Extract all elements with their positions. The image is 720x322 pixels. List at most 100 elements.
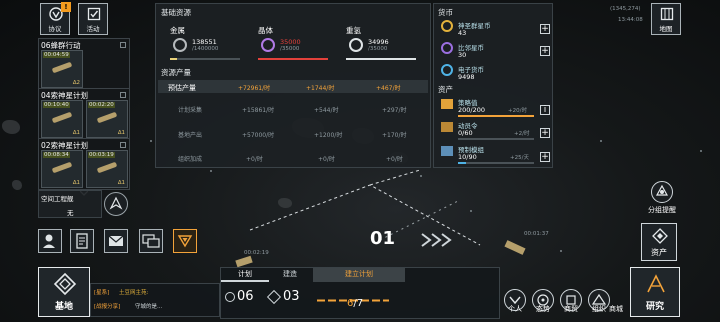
engineer-ship-button[interactable] (104, 192, 128, 216)
table-row: 计划采集 +15861/时 +544/时 +297/时 (158, 102, 428, 114)
crystal-label: 晶体 (258, 26, 273, 35)
row-deuterium: +0/时 (386, 156, 403, 163)
mission-card[interactable]: 06蜂群行动 00:04:59 ∆2 (38, 38, 130, 90)
row-deuterium: +170/时 (382, 132, 407, 139)
table-row: 组织加成 +0/时 +0/时 +0/时 (158, 151, 428, 163)
fleet-reminder-label: 分组提醒 (648, 206, 676, 214)
row-crystal: +544/时 (314, 107, 339, 114)
metal-label: 金属 (170, 26, 185, 35)
add-holy-coin-button[interactable]: + (540, 24, 550, 34)
research-button[interactable]: 研究 (630, 267, 680, 317)
mission-timer: 00:04:59 (43, 52, 70, 58)
build-icon (266, 289, 282, 305)
agreement-button[interactable]: ! 协议 (40, 2, 71, 35)
ship-icon (51, 161, 73, 174)
progress-total: /7 (353, 298, 364, 309)
fleet-marker[interactable]: 01 (370, 228, 395, 249)
tab-build-plan[interactable]: 建立计划 (313, 268, 405, 282)
ship-icon (109, 196, 123, 210)
map-label: 地图 (659, 25, 673, 33)
plan-count: 06 (237, 289, 254, 304)
mission-timer: 00:03:19 (88, 152, 115, 158)
metal-cap: /1400000 (192, 46, 219, 52)
mission-slot[interactable]: 00:10:40 ∆1 (41, 100, 83, 138)
row-deuterium: +467/时 (376, 85, 401, 92)
fleet-reminder-icon (655, 184, 669, 196)
add-proxima-coin-button[interactable]: + (540, 46, 550, 56)
clock: 13:44:08 (618, 17, 643, 23)
tab-plan[interactable]: 计划 (221, 268, 269, 282)
module-rate: +25/天 (510, 155, 529, 161)
assets-button[interactable]: 资产 (641, 223, 677, 261)
user-manage-button[interactable] (38, 229, 62, 253)
mission-slot-sub: ∆1 (117, 180, 125, 186)
row-crystal: +1744/时 (306, 85, 335, 92)
research-label: 研究 (645, 302, 664, 312)
mission-slot[interactable]: 00:02:20 ∆1 (86, 100, 128, 138)
metal-bar (170, 58, 240, 60)
mail-button[interactable] (104, 229, 128, 253)
add-module-button[interactable]: + (540, 152, 550, 162)
log-button[interactable] (70, 229, 94, 253)
expand-icon[interactable] (120, 142, 126, 148)
e-coin-icon (441, 64, 453, 76)
assets-icon (652, 228, 668, 244)
strategy-info-button[interactable]: i (540, 105, 550, 115)
activity-button[interactable]: 活动 (78, 3, 108, 35)
row-metal: +57000/时 (242, 132, 275, 139)
currency-title: 货币 (438, 8, 453, 17)
fleet-reminder-button[interactable] (651, 181, 673, 203)
deuterium-label: 重氢 (346, 26, 361, 35)
production-title: 资源产量 (161, 68, 191, 77)
document-icon (76, 233, 88, 249)
deuterium-bar (346, 58, 416, 60)
e-coin-value: 9498 (458, 73, 475, 81)
mission-slot[interactable]: 00:08:34 ∆1 (41, 150, 83, 188)
map-button[interactable]: 地图 (651, 3, 681, 35)
base-button[interactable]: 基地 (38, 267, 90, 317)
mobilize-bar (458, 138, 534, 140)
base-icon (53, 272, 77, 296)
menu-trade-label: 商贸 (564, 305, 578, 313)
mission-timer: 00:10:40 (43, 102, 70, 108)
triangle-down-icon (177, 235, 193, 248)
assets-label: 资产 (651, 248, 667, 257)
mission-slot[interactable]: 00:03:19 ∆1 (86, 150, 128, 188)
alliance-button[interactable] (173, 229, 197, 253)
row-label: 预估产量 (168, 84, 196, 92)
build-plan-counter: 6/7 (347, 298, 363, 309)
tab-build[interactable]: 建造 (269, 268, 311, 282)
expand-icon[interactable] (120, 42, 126, 48)
mission-slot-sub: ∆1 (117, 130, 125, 136)
chat-text: 守城的是... (135, 304, 163, 310)
ship-icon (51, 111, 73, 124)
menu-shop-label[interactable]: 商城 (602, 304, 630, 314)
chat-tag: [战报分享] (94, 304, 121, 310)
metal-amount: 138551 (192, 38, 217, 46)
menu-situation-label: 态势 (536, 305, 550, 313)
chevron-down-icon[interactable] (79, 181, 89, 196)
deuterium-amount: 34996 (368, 38, 389, 46)
strategy-value: 200/200 (458, 106, 486, 114)
layout-anchor (615, 289, 616, 290)
mission-slot[interactable]: 00:04:59 ∆2 (41, 50, 83, 88)
table-row: 预估产量 +72961/时 +1744/时 +467/时 (158, 80, 428, 93)
mail-icon (108, 235, 124, 246)
strategy-rate: +20/时 (508, 108, 527, 114)
chat-button[interactable] (139, 229, 163, 253)
fleet-timer-right: 00:01:37 (524, 231, 549, 237)
chat-text: 土豆网主苑: (119, 290, 149, 296)
crystal-cap: /35000 (280, 46, 300, 52)
engineer-value: 无 (67, 209, 74, 217)
row-crystal: +1200/时 (314, 132, 343, 139)
add-mobilize-button[interactable]: + (540, 128, 550, 138)
mission-slot-sub: ∆2 (72, 80, 80, 86)
row-metal: +0/时 (246, 156, 263, 163)
expand-icon[interactable] (120, 92, 126, 98)
mission-card[interactable]: 04索神星计划 00:10:40 ∆1 00:02:20 ∆1 (38, 88, 130, 140)
currency-assets-panel: 货币 神圣群星币 43 + 比邻星币 30 + 电子货币 9498 资产 策略值… (433, 3, 553, 168)
crystal-bar (258, 58, 328, 60)
assets-title: 资产 (438, 85, 453, 94)
engineer-ship-panel[interactable]: 空间工程舰 无 (38, 190, 102, 218)
chat-preview[interactable]: [星系] 土豆网主苑: [战报分享] 守城的是... (90, 283, 220, 317)
